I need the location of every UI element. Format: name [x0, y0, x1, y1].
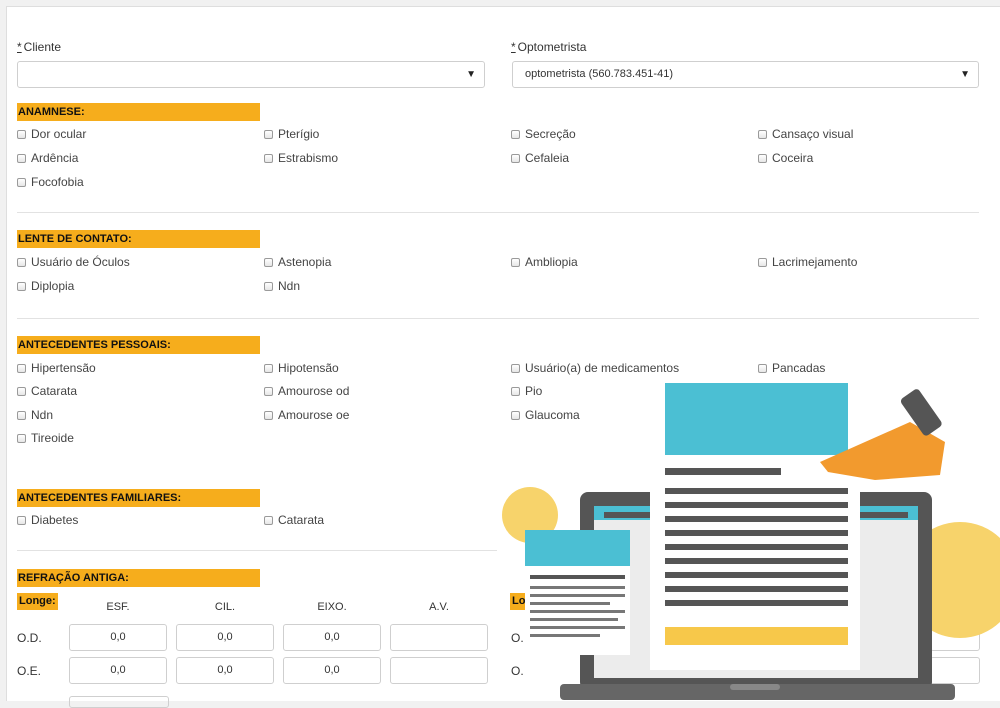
column-header-cil: CIL.: [214, 601, 236, 613]
oe-av-input[interactable]: [390, 657, 488, 684]
checkbox-box[interactable]: [17, 129, 26, 139]
checkbox-box[interactable]: [264, 515, 273, 525]
laptop-document-illustration: [502, 380, 1000, 700]
checkbox-box[interactable]: [17, 177, 26, 187]
checkbox-box[interactable]: [511, 129, 520, 139]
checkbox-ndn-pessoal[interactable]: Ndn: [17, 408, 53, 422]
checkbox-cefaleia[interactable]: Cefaleia: [511, 151, 569, 165]
checkbox-hipertensao[interactable]: Hipertensão: [17, 361, 96, 375]
checkbox-secrecao[interactable]: Secreção: [511, 127, 576, 141]
od-av-input[interactable]: [390, 624, 488, 651]
checkbox-cansaco-visual[interactable]: Cansaço visual: [758, 127, 853, 141]
checkbox-box[interactable]: [17, 410, 26, 420]
checkbox-diabetes[interactable]: Diabetes: [17, 513, 78, 527]
checkbox-box[interactable]: [264, 257, 273, 267]
checkbox-box[interactable]: [17, 153, 26, 163]
section-antecedentes-familiares: ANTECEDENTES FAMILIARES:: [17, 489, 260, 507]
chevron-down-icon: ▼: [466, 69, 476, 80]
chevron-down-icon: ▼: [960, 69, 970, 80]
checkbox-pancadas[interactable]: Pancadas: [758, 361, 825, 375]
checkbox-box[interactable]: [511, 363, 520, 373]
checkbox-catarata-familiar[interactable]: Catarata: [264, 513, 324, 527]
checkbox-focofobia[interactable]: Focofobia: [17, 175, 84, 189]
checkbox-coceira[interactable]: Coceira: [758, 151, 813, 165]
checkbox-box[interactable]: [758, 257, 767, 267]
checkbox-amourose-od[interactable]: Amourose od: [264, 384, 349, 398]
partial-button[interactable]: [69, 696, 169, 708]
section-refracao-antiga: REFRAÇÃO ANTIGA:: [17, 569, 260, 587]
row-label-od: O.D.: [17, 631, 42, 645]
checkbox-lacrimejamento[interactable]: Lacrimejamento: [758, 255, 857, 269]
checkbox-ambliopia[interactable]: Ambliopia: [511, 255, 578, 269]
checkbox-tireoide[interactable]: Tireoide: [17, 431, 74, 445]
column-header-esf: ESF.: [106, 601, 130, 613]
cliente-select[interactable]: ▼: [17, 61, 485, 88]
checkbox-box[interactable]: [17, 363, 26, 373]
checkbox-box[interactable]: [758, 153, 767, 163]
divider: [17, 212, 979, 213]
checkbox-box[interactable]: [264, 129, 273, 139]
checkbox-box[interactable]: [511, 153, 520, 163]
divider: [17, 550, 497, 551]
checkbox-diplopia[interactable]: Diplopia: [17, 279, 74, 293]
checkbox-box[interactable]: [17, 257, 26, 267]
checkbox-estrabismo[interactable]: Estrabismo: [264, 151, 338, 165]
od-eixo-input[interactable]: 0,0: [283, 624, 381, 651]
checkbox-ndn-lente[interactable]: Ndn: [264, 279, 300, 293]
checkbox-dor-ocular[interactable]: Dor ocular: [17, 127, 86, 141]
od-esf-input[interactable]: 0,0: [69, 624, 167, 651]
checkbox-box[interactable]: [264, 363, 273, 373]
checkbox-box[interactable]: [511, 257, 520, 267]
column-header-av: A.V.: [429, 601, 449, 613]
checkbox-amourose-oe[interactable]: Amourose oe: [264, 408, 349, 422]
oe-esf-input[interactable]: 0,0: [69, 657, 167, 684]
checkbox-hipotensao[interactable]: Hipotensão: [264, 361, 339, 375]
checkbox-box[interactable]: [758, 363, 767, 373]
oe-eixo-input[interactable]: 0,0: [283, 657, 381, 684]
longe-label: Longe:: [17, 593, 58, 610]
checkbox-box[interactable]: [758, 129, 767, 139]
divider: [17, 318, 979, 319]
cliente-label: * Cliente: [17, 40, 62, 54]
optometrista-select[interactable]: optometrista (560.783.451-41) ▼: [512, 61, 979, 88]
checkbox-catarata-pessoal[interactable]: Catarata: [17, 384, 77, 398]
checkbox-pterigio[interactable]: Pterígio: [264, 127, 319, 141]
checkbox-box[interactable]: [264, 281, 273, 291]
column-header-eixo: EIXO.: [317, 601, 347, 613]
checkbox-box[interactable]: [264, 410, 273, 420]
oe-cil-input[interactable]: 0,0: [176, 657, 274, 684]
od-cil-input[interactable]: 0,0: [176, 624, 274, 651]
section-antecedentes-pessoais: ANTECEDENTES PESSOAIS:: [17, 336, 260, 354]
checkbox-usuario-de-oculos[interactable]: Usuário de Óculos: [17, 255, 130, 269]
checkbox-box[interactable]: [17, 433, 26, 443]
checkbox-box[interactable]: [17, 281, 26, 291]
document-icon: [525, 530, 630, 655]
section-lente-de-contato: LENTE DE CONTATO:: [17, 230, 260, 248]
checkbox-box[interactable]: [264, 386, 273, 396]
checkbox-box[interactable]: [17, 515, 26, 525]
checkbox-box[interactable]: [264, 153, 273, 163]
section-anamnese: ANAMNESE:: [17, 103, 260, 121]
checkbox-box[interactable]: [17, 386, 26, 396]
checkbox-ardencia[interactable]: Ardência: [17, 151, 78, 165]
document-icon: [650, 380, 860, 670]
checkbox-astenopia[interactable]: Astenopia: [264, 255, 331, 269]
checkbox-usuario-medicamentos[interactable]: Usuário(a) de medicamentos: [511, 361, 679, 375]
row-label-oe: O.E.: [17, 664, 42, 678]
optometrista-label: * Optometrista: [511, 40, 587, 54]
